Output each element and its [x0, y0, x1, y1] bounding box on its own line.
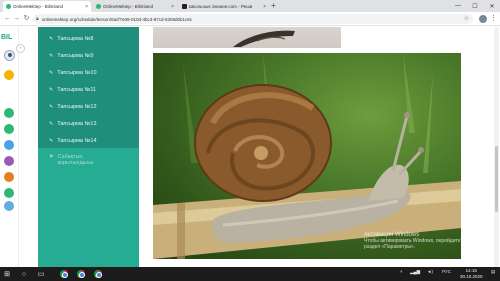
taskbar-clock[interactable]: 14:15 30.10.2020	[460, 268, 483, 280]
sidebar-item-label: Тапсырма №14	[57, 137, 97, 144]
close-tab-icon[interactable]: ×	[171, 4, 174, 10]
pencil-icon: ✎	[49, 35, 54, 42]
back-arrow-icon[interactable]: ←	[3, 14, 12, 24]
help-icon[interactable]	[4, 201, 14, 211]
sidebar-item-task-8[interactable]: ✎ Тапсырма №8	[38, 30, 139, 47]
url-text: onlinemektep.org/schedule/lesson/0acf7e0…	[41, 16, 193, 22]
clock-date: 30.10.2020	[460, 274, 483, 279]
sidebar-item-task-11[interactable]: ✎ Тапсырма №11	[38, 81, 139, 98]
library-icon[interactable]	[4, 156, 14, 166]
bilimland-favicon-icon	[96, 4, 101, 9]
sidebar-item-task-9[interactable]: ✎ Тапсырма №9	[38, 47, 139, 64]
tab-title: OnlineMektep - Bilimland	[103, 4, 154, 9]
search-icon[interactable]: ○	[19, 269, 29, 279]
bilimland-logo[interactable]: BIL	[1, 34, 12, 41]
task-sidebar: ✎ Тапсырма №8 ✎ Тапсырма №9 ✎ Тапсырма №…	[38, 27, 139, 267]
pencil-icon: ✎	[49, 103, 54, 110]
browser-tab-2[interactable]: OnlineMektep - Bilimland ×	[93, 1, 177, 12]
sidebar-item-task-14[interactable]: ✎ Тапсырма №14	[38, 132, 139, 149]
previous-image-fragment	[153, 27, 341, 48]
pencil-icon: ✎	[49, 69, 54, 76]
lock-icon: 🔒︎	[36, 16, 39, 22]
forward-arrow-icon[interactable]: →	[12, 14, 21, 24]
language-indicator[interactable]: РУС	[442, 269, 451, 274]
maximize-button[interactable]: ☐	[467, 0, 483, 12]
new-tab-button[interactable]: +	[271, 1, 276, 11]
notifications-icon[interactable]: ▤	[491, 269, 495, 275]
sidebar-item-label: Тапсырма №8	[57, 35, 94, 42]
reload-icon[interactable]: ↻	[22, 14, 31, 24]
sidebar-item-task-10[interactable]: ✎ Тапсырма №10	[38, 64, 139, 81]
sidebar-item-label: Тапсырма №10	[57, 69, 97, 76]
sidebar-item-label: Тапсырма №11	[57, 86, 97, 93]
bilimland-favicon-icon	[6, 4, 11, 9]
close-tab-icon[interactable]: ×	[85, 4, 88, 10]
tray-arrow-icon[interactable]: ˄	[400, 269, 403, 274]
sidebar-item-label: Сабақтың қорытындысы	[57, 154, 93, 166]
browser-tab-1[interactable]: OnlineMektep - Bilimland ×	[3, 1, 91, 12]
flag-icon: ⚑	[49, 154, 54, 160]
address-bar[interactable]: 🔒︎ onlinemektep.org/schedule/lesson/0acf…	[33, 14, 473, 24]
games-icon[interactable]	[4, 172, 14, 182]
browser-tab-3[interactable]: Школьные Знания.com - Реши ×	[179, 1, 269, 12]
windows-start-icon[interactable]: ⊞	[2, 269, 12, 279]
close-window-button[interactable]: ✕	[484, 0, 500, 12]
sidebar-item-label: Тапсырма №9	[57, 52, 94, 59]
browser-toolbar: ← → ↻ 🔒︎ onlinemektep.org/schedule/lesso…	[0, 12, 500, 26]
snail-silhouette-icon	[233, 30, 295, 47]
sidebar-item-summary[interactable]: ⚑ Сабақтың қорытындысы	[38, 154, 139, 174]
user-avatar[interactable]	[4, 50, 15, 61]
browser-tab-bar: OnlineMektep - Bilimland × OnlineMektep …	[0, 0, 500, 12]
pencil-icon: ✎	[49, 137, 54, 144]
pencil-icon: ✎	[49, 86, 54, 93]
znanija-favicon-icon	[182, 4, 187, 9]
tab-title: OnlineMektep - Bilimland	[13, 4, 64, 9]
sidebar-item-task-12[interactable]: ✎ Тапсырма №12	[38, 98, 139, 115]
chat-icon[interactable]	[4, 188, 14, 198]
scrollbar-thumb[interactable]	[495, 146, 498, 212]
bookmark-star-icon[interactable]: ☆	[464, 15, 469, 22]
tab-title: Школьные Знания.com - Реши	[189, 4, 253, 9]
sidebar-item-label: Тапсырма №13	[57, 120, 97, 127]
browser-menu-icon[interactable]: ⋮	[490, 14, 497, 24]
pencil-icon: ✎	[49, 52, 54, 59]
snail-illustration	[153, 53, 461, 259]
sidebar-item-label: Тапсырма №12	[57, 103, 97, 110]
chrome-taskbar-icon[interactable]	[93, 269, 103, 279]
chrome-taskbar-icon[interactable]	[76, 269, 86, 279]
schedule-icon[interactable]	[4, 124, 14, 134]
home-icon[interactable]	[4, 108, 14, 118]
network-icon[interactable]: ▂▄▆	[410, 269, 420, 275]
minimize-button[interactable]: —	[450, 0, 466, 12]
pencil-icon: ✎	[49, 120, 54, 127]
windows-activation-watermark: Активация Windows Чтобы активировать Win…	[364, 232, 484, 250]
chrome-taskbar-icon[interactable]	[59, 269, 69, 279]
volume-icon[interactable]: ◄)	[427, 269, 433, 274]
watermark-line-3: раздел «Параметры».	[364, 244, 416, 250]
windows-taskbar: ⊞ ○ ▭ ˄ ▂▄▆ ◄) РУС 14:15 30.10.2020 ▤	[0, 267, 500, 281]
task-view-icon[interactable]: ▭	[36, 269, 46, 279]
close-tab-icon[interactable]: ×	[263, 4, 266, 10]
coin-icon[interactable]	[4, 70, 14, 80]
collapse-chevron-icon[interactable]: ›	[16, 44, 25, 53]
summary-line-2: қорытындысы	[57, 160, 94, 166]
globe-icon[interactable]	[4, 140, 14, 150]
sidebar-item-task-13[interactable]: ✎ Тапсырма №13	[38, 115, 139, 132]
profile-avatar-icon[interactable]	[479, 15, 487, 23]
snail-photo	[153, 53, 461, 259]
